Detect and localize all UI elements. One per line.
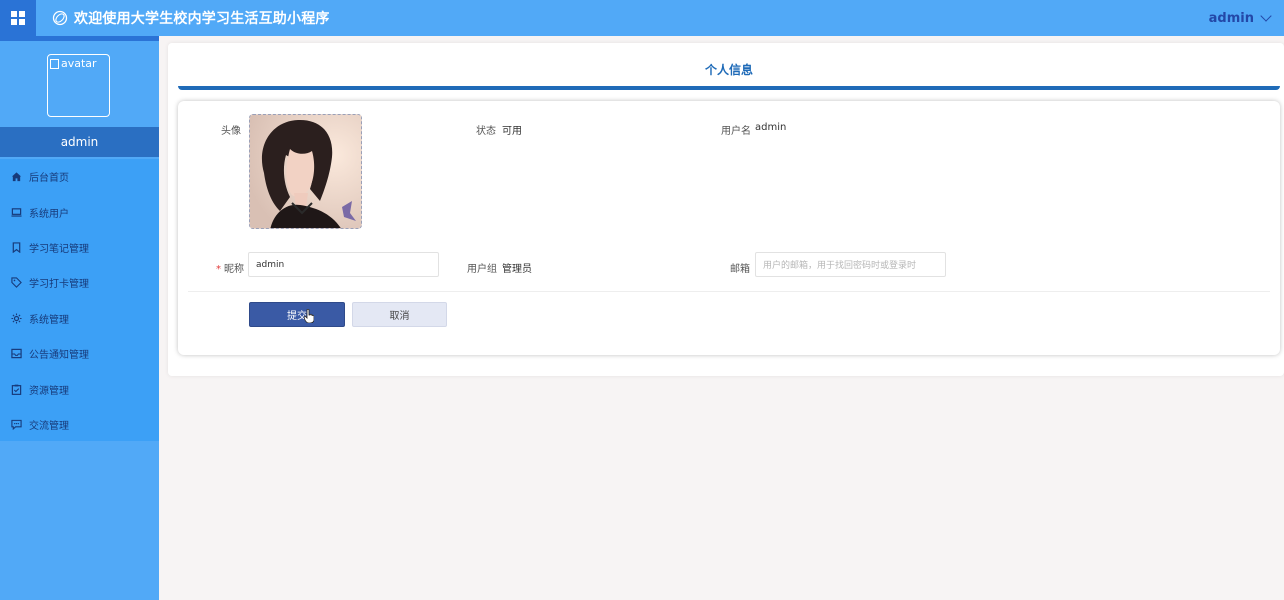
- grid-icon: [11, 11, 25, 25]
- avatar-image: [250, 115, 361, 228]
- bookmark-icon: [11, 242, 22, 253]
- nickname-label: * 昵称: [216, 264, 244, 275]
- sidebar-item-label: 系统管理: [29, 314, 69, 326]
- avatar-upload[interactable]: [249, 114, 362, 229]
- sidebar-item-exchange[interactable]: 交流管理: [0, 407, 159, 442]
- sidebar-item-label: 后台首页: [29, 173, 69, 185]
- sidebar-item-home[interactable]: 后台首页: [0, 159, 159, 194]
- sidebar-item-label: 学习打卡管理: [29, 279, 89, 291]
- chevron-down-icon: [1260, 10, 1272, 22]
- home-icon: [11, 171, 22, 182]
- sidebar-item-label: 资源管理: [29, 385, 69, 397]
- user-menu[interactable]: admin: [1208, 0, 1272, 36]
- page-title: 个人信息: [178, 53, 1280, 90]
- status-label: 状态: [476, 126, 496, 137]
- clipboard-icon: [11, 384, 22, 395]
- sidebar-nav: 后台首页 系统用户 学习笔记管理 学习打卡管理 系统管理 公告通知管理 资源管理: [0, 159, 159, 441]
- sidebar-item-system-users[interactable]: 系统用户: [0, 194, 159, 229]
- chat-icon: [11, 419, 22, 430]
- monitor-icon: [11, 207, 22, 218]
- profile-form: 头像 状态 可用 用户名 admin * 昵称 admin 用户组 管理员 邮箱…: [178, 101, 1280, 355]
- top-bar: 欢迎使用大学生校内学习生活互助小程序 admin: [0, 0, 1284, 36]
- submit-button[interactable]: 提交: [249, 302, 345, 327]
- required-marker: *: [216, 264, 221, 275]
- hand-cursor-icon: [304, 309, 314, 323]
- menu-toggle-button[interactable]: [0, 0, 36, 36]
- username-label: 用户名: [721, 126, 751, 137]
- role-value: 管理员: [502, 264, 532, 275]
- sidebar: avatar admin 后台首页 系统用户 学习笔记管理 学习打卡管理 系统管…: [0, 36, 159, 600]
- sidebar-item-label: 交流管理: [29, 420, 69, 432]
- inbox-icon: [11, 348, 22, 359]
- cancel-button[interactable]: 取消: [352, 302, 447, 327]
- brand: 欢迎使用大学生校内学习生活互助小程序: [52, 0, 330, 36]
- avatar-alt-text: avatar: [61, 57, 97, 70]
- avatar-label: 头像: [221, 126, 241, 137]
- sidebar-item-label: 公告通知管理: [29, 350, 89, 362]
- avatar: avatar: [47, 54, 110, 117]
- sidebar-username: admin: [0, 127, 159, 157]
- tag-icon: [11, 277, 22, 289]
- sidebar-item-label: 学习笔记管理: [29, 243, 89, 255]
- sidebar-item-checkin[interactable]: 学习打卡管理: [0, 265, 159, 300]
- nickname-input[interactable]: admin: [248, 252, 439, 277]
- email-label: 邮箱: [730, 264, 750, 275]
- status-value: 可用: [502, 126, 522, 137]
- main-panel: 个人信息 头像 状态 可用 用户名 admin * 昵称 admin 用户组 管…: [168, 43, 1284, 376]
- username-value: admin: [755, 122, 787, 133]
- sidebar-item-notices[interactable]: 公告通知管理: [0, 336, 159, 371]
- user-menu-label: admin: [1208, 10, 1254, 26]
- broken-image-icon: [50, 58, 59, 69]
- email-input[interactable]: 用户的邮箱，用于找回密码时或登录时: [755, 252, 946, 277]
- sidebar-item-notes[interactable]: 学习笔记管理: [0, 230, 159, 265]
- sidebar-item-system[interactable]: 系统管理: [0, 301, 159, 336]
- sidebar-item-label: 系统用户: [29, 208, 69, 220]
- app-title: 欢迎使用大学生校内学习生活互助小程序: [74, 11, 330, 27]
- form-divider: [188, 291, 1270, 292]
- role-label: 用户组: [467, 264, 497, 275]
- logo-icon: [52, 10, 68, 26]
- gear-icon: [11, 313, 22, 324]
- sidebar-item-resources[interactable]: 资源管理: [0, 371, 159, 406]
